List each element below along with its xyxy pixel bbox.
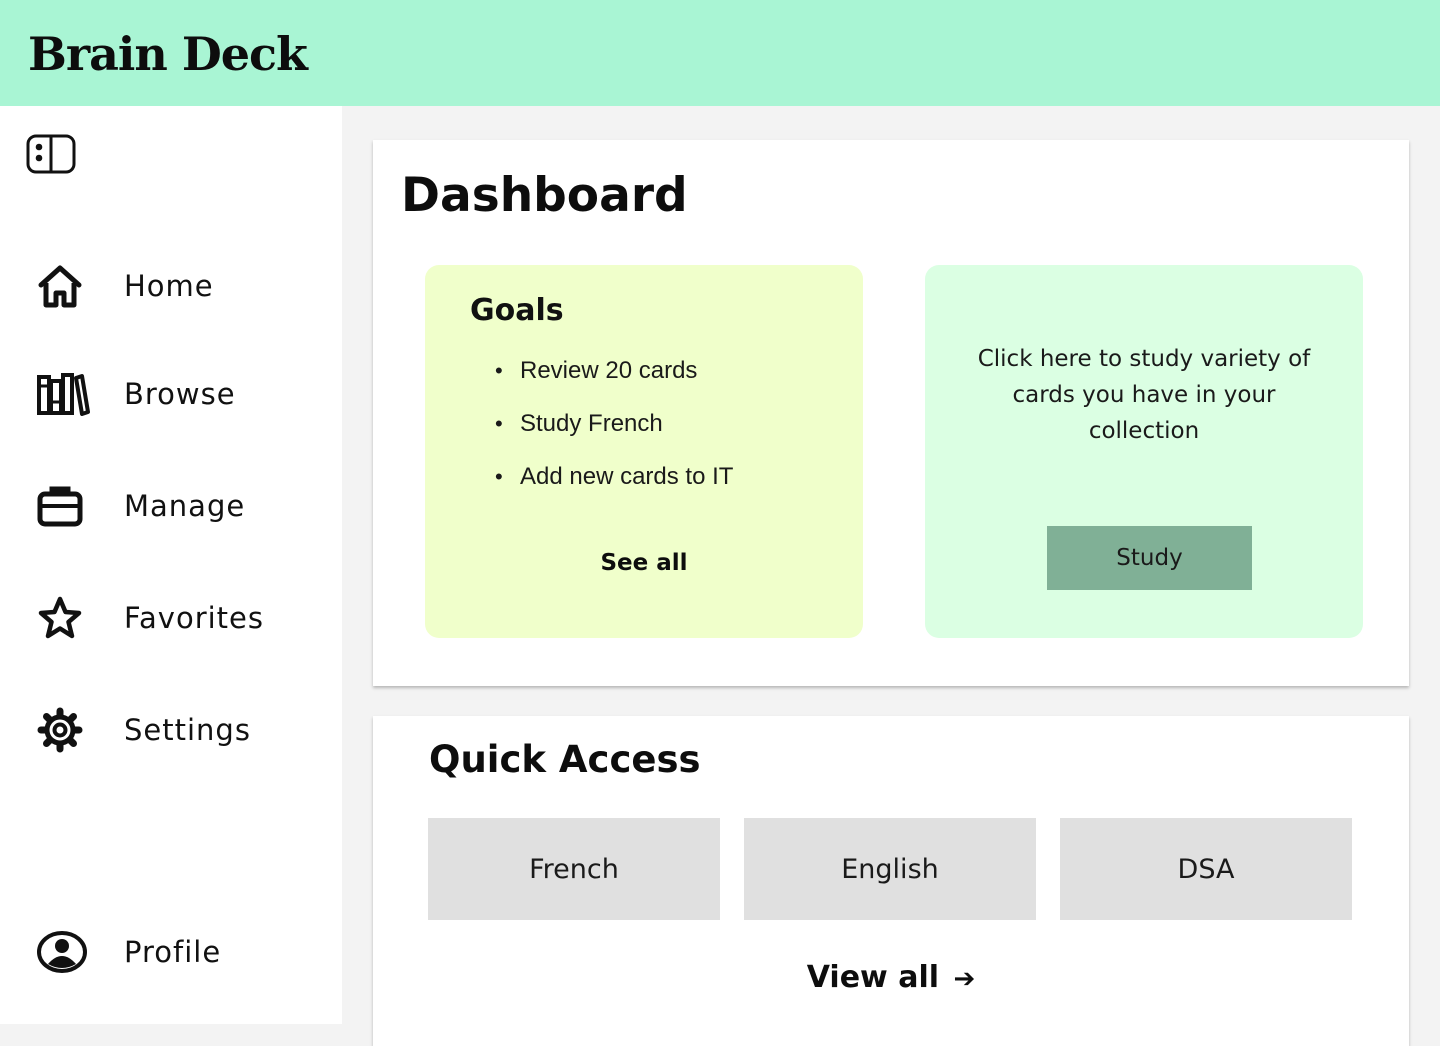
quick-access-tile-french[interactable]: French bbox=[428, 818, 720, 920]
star-icon bbox=[38, 596, 82, 639]
gear-icon bbox=[37, 707, 83, 753]
quick-access-card: Quick Access French English DSA View all… bbox=[373, 716, 1409, 1046]
user-circle-icon bbox=[37, 931, 87, 973]
goal-item: Add new cards to IT bbox=[495, 457, 733, 510]
view-all-link[interactable]: View all ➔ bbox=[373, 960, 1409, 995]
study-panel: Click here to study variety of cards you… bbox=[925, 265, 1363, 638]
see-all-goals-link[interactable]: See all bbox=[425, 550, 863, 576]
sidebar-item-home[interactable]: Home bbox=[36, 256, 326, 316]
sidebar-item-manage[interactable]: Manage bbox=[36, 476, 326, 536]
app-header: Brain Deck bbox=[0, 0, 1440, 106]
quick-access-title: Quick Access bbox=[429, 738, 701, 781]
sidebar-item-favorites[interactable]: Favorites bbox=[36, 588, 326, 648]
sidebar-item-label: Profile bbox=[124, 935, 222, 969]
sidebar-item-label: Manage bbox=[124, 489, 246, 523]
view-all-label: View all bbox=[806, 960, 940, 995]
quick-access-tile-dsa[interactable]: DSA bbox=[1060, 818, 1352, 920]
home-icon bbox=[38, 265, 82, 308]
sidebar-item-browse[interactable]: Browse bbox=[36, 364, 326, 424]
study-button[interactable]: Study bbox=[1047, 526, 1252, 590]
sidebar-item-profile[interactable]: Profile bbox=[36, 922, 326, 982]
goal-item: Study French bbox=[495, 404, 733, 457]
quick-access-tile-english[interactable]: English bbox=[744, 818, 1036, 920]
goals-list: Review 20 cards Study French Add new car… bbox=[495, 351, 733, 510]
books-icon bbox=[37, 373, 90, 416]
sidebar-item-label: Settings bbox=[124, 713, 251, 747]
arrow-right-icon: ➔ bbox=[953, 964, 976, 994]
sidebar-item-label: Favorites bbox=[124, 601, 264, 635]
briefcase-icon bbox=[37, 486, 83, 527]
sidebar: Home Browse Manage Favorites Settings Pr… bbox=[0, 106, 342, 1024]
study-description: Click here to study variety of cards you… bbox=[977, 346, 1311, 444]
sidebar-toggle-button[interactable] bbox=[26, 134, 76, 174]
app-logo[interactable]: Brain Deck bbox=[28, 26, 308, 82]
sidebar-item-settings[interactable]: Settings bbox=[36, 700, 326, 760]
sidebar-item-label: Home bbox=[124, 269, 214, 303]
goal-item: Review 20 cards bbox=[495, 351, 733, 404]
page-title: Dashboard bbox=[401, 168, 688, 223]
dashboard-card: Dashboard Goals Review 20 cards Study Fr… bbox=[373, 140, 1409, 686]
sidebar-item-label: Browse bbox=[124, 377, 236, 411]
goals-panel: Goals Review 20 cards Study French Add n… bbox=[425, 265, 863, 638]
goals-title: Goals bbox=[470, 293, 564, 328]
sidebar-toggle-icon bbox=[26, 134, 76, 174]
